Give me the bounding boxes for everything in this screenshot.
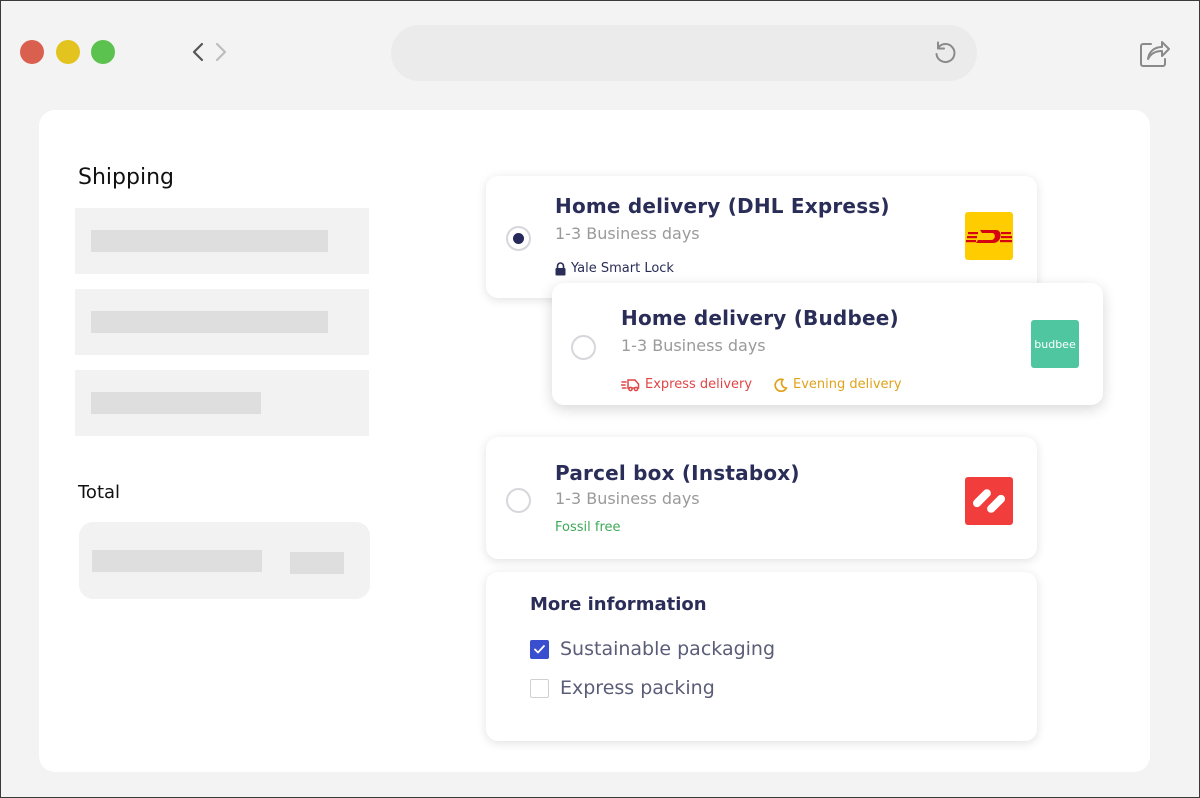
shipping-option-instabox[interactable]: Parcel box (Instabox) 1-3 Business days … xyxy=(486,437,1037,559)
browser-window: Shipping Total Home delivery (DHL Expres… xyxy=(0,0,1200,798)
tag-fossil-free: Fossil free xyxy=(555,520,621,535)
checkbox-express-packing[interactable]: Express packing xyxy=(530,677,715,699)
maximize-window-button[interactable] xyxy=(91,40,115,64)
placeholder-field xyxy=(75,208,369,274)
shipping-option-budbee[interactable]: Home delivery (Budbee) 1-3 Business days… xyxy=(552,283,1103,405)
more-information-card: More information Sustainable packaging E… xyxy=(486,572,1037,741)
close-window-button[interactable] xyxy=(20,40,44,64)
tag-label: Express delivery xyxy=(645,377,753,392)
checkbox-label: Sustainable packaging xyxy=(560,638,776,660)
tag-label: Fossil free xyxy=(555,520,621,535)
minimize-window-button[interactable] xyxy=(56,40,80,64)
total-placeholder xyxy=(79,522,370,599)
shipping-option-dhl[interactable]: Home delivery (DHL Express) 1-3 Business… xyxy=(486,176,1037,298)
checkbox[interactable] xyxy=(530,639,549,659)
option-subtitle: 1-3 Business days xyxy=(621,336,766,355)
moon-icon xyxy=(774,377,788,392)
total-heading: Total xyxy=(78,482,121,503)
tag-express-delivery: Express delivery xyxy=(621,377,752,392)
address-bar[interactable] xyxy=(391,25,977,81)
budbee-logo: budbee xyxy=(1031,320,1079,368)
tag-label: Yale Smart Lock xyxy=(571,261,674,276)
radio-budbee[interactable] xyxy=(571,335,596,360)
shipping-heading: Shipping xyxy=(78,165,174,190)
svg-text:budbee: budbee xyxy=(1034,338,1076,351)
fast-delivery-icon xyxy=(621,378,640,391)
option-subtitle: 1-3 Business days xyxy=(555,224,700,243)
placeholder-field xyxy=(75,289,369,355)
option-title: Parcel box (Instabox) xyxy=(555,461,800,485)
reload-icon[interactable] xyxy=(931,39,959,67)
option-title: Home delivery (Budbee) xyxy=(621,306,899,330)
radio-dhl[interactable] xyxy=(506,226,531,251)
radio-instabox[interactable] xyxy=(506,488,531,513)
chevron-left-icon[interactable] xyxy=(189,40,207,64)
dhl-logo xyxy=(965,212,1013,260)
more-info-title: More information xyxy=(530,594,707,615)
checkbox[interactable] xyxy=(530,678,549,698)
share-icon[interactable] xyxy=(1136,35,1172,71)
option-title: Home delivery (DHL Express) xyxy=(555,194,890,218)
tag-smart-lock: Yale Smart Lock xyxy=(555,261,674,276)
option-subtitle: 1-3 Business days xyxy=(555,489,700,508)
checkbox-sustainable-packaging[interactable]: Sustainable packaging xyxy=(530,638,775,660)
lock-icon xyxy=(555,261,566,275)
checkmark-icon xyxy=(534,644,545,653)
checkout-panel: Shipping Total Home delivery (DHL Expres… xyxy=(39,110,1150,772)
tag-label: Evening delivery xyxy=(793,377,902,392)
chevron-right-icon[interactable] xyxy=(212,40,230,64)
checkbox-label: Express packing xyxy=(560,677,715,699)
instabox-logo xyxy=(965,477,1013,525)
tag-evening-delivery: Evening delivery xyxy=(774,377,902,392)
placeholder-field xyxy=(75,370,369,436)
